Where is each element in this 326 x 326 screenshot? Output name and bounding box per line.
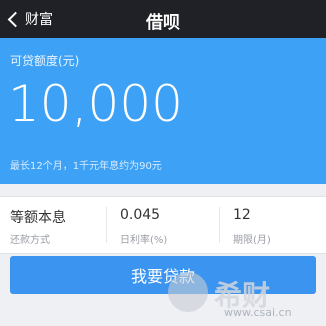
repayment-method-item[interactable]: 等额本息 还款方式 [0, 197, 106, 253]
watermark: 希财 www.csai.cn [168, 272, 320, 320]
repayment-method-label: 还款方式 [10, 235, 50, 246]
watermark-url: www.csai.cn [224, 306, 292, 319]
loan-terms-row: 等额本息 还款方式 0.045 日利率(%) 12 期限(月) [0, 196, 326, 254]
credit-limit-panel: 可贷额度(元) 10,000 最长12个月，1千元年息约为90元 [0, 38, 326, 184]
term-value: 12 [233, 207, 251, 223]
term-item[interactable]: 12 期限(月) [220, 197, 326, 253]
page-title: 借呗 [146, 13, 180, 33]
daily-rate-label: 日利率(%) [120, 235, 168, 246]
repayment-method-value: 等额本息 [10, 210, 66, 226]
daily-rate-value: 0.045 [120, 207, 161, 223]
daily-rate-item: 0.045 日利率(%) [107, 197, 213, 253]
term-label: 期限(月) [233, 235, 271, 246]
credit-limit-amount: 10,000 [8, 75, 183, 133]
navigation-bar: 财富 借呗 [0, 0, 326, 38]
watermark-logo-icon [168, 272, 208, 312]
interest-note: 最长12个月，1千元年息约为90元 [10, 161, 162, 172]
credit-limit-label: 可贷额度(元) [10, 54, 80, 68]
